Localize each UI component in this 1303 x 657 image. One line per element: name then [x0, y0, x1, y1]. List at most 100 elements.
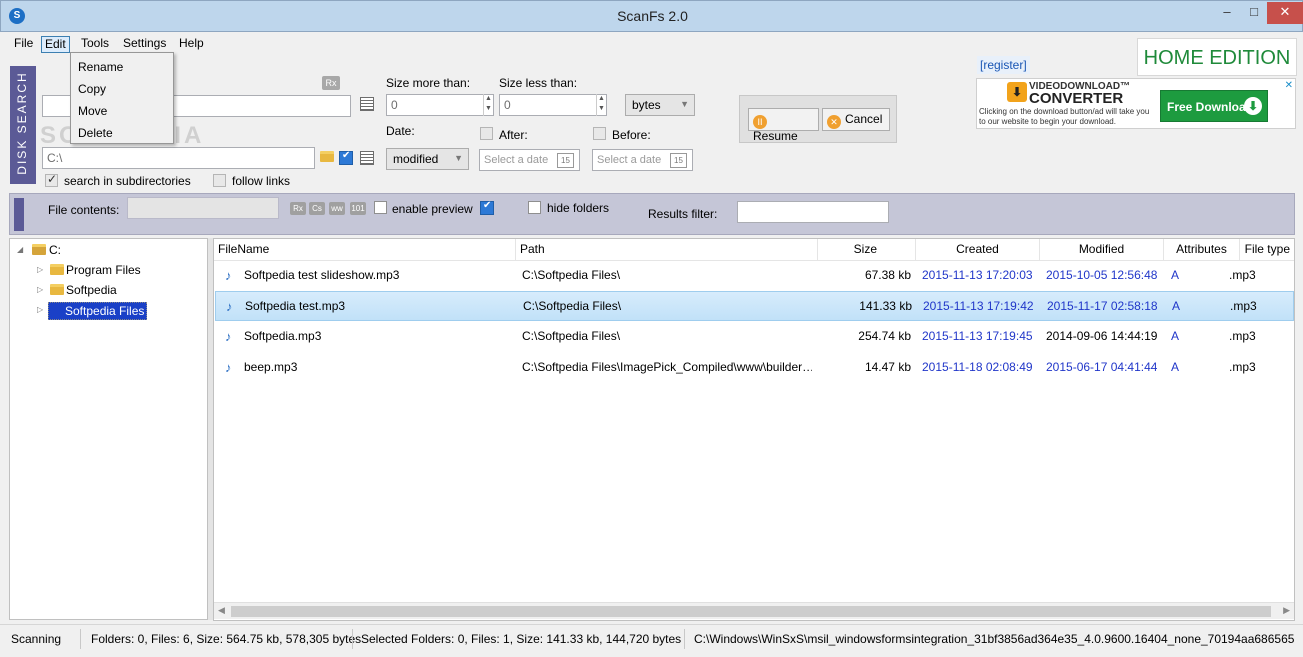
regex-button[interactable]: Rx — [290, 202, 306, 215]
column-header-attributes[interactable]: Attributes — [1164, 239, 1240, 260]
date-type-select[interactable]: modified ▼ — [386, 148, 469, 170]
cell-path: C:\Softpedia Files\ — [522, 329, 621, 343]
menu-edit[interactable]: Edit — [41, 36, 70, 53]
preview-options-checkbox[interactable] — [480, 200, 494, 215]
menu-file[interactable]: File — [11, 36, 36, 53]
column-header-size[interactable]: Size — [818, 239, 916, 260]
after-checkbox[interactable] — [480, 127, 493, 140]
tree-node-program-files[interactable]: ▷ Program Files — [34, 262, 204, 280]
ad-close-icon[interactable]: ✕ — [1285, 80, 1293, 91]
file-contents-input[interactable] — [127, 197, 279, 219]
size-more-spinner[interactable]: ▲ ▼ — [483, 94, 493, 116]
tree-node-softpedia-files[interactable]: ▷ Softpedia Files — [34, 302, 204, 320]
ad-banner[interactable]: ⬇ VIDEODOWNLOAD™ CONVERTER Clicking on t… — [976, 78, 1296, 129]
column-header-modified[interactable]: Modified — [1040, 239, 1164, 260]
expand-triangle-icon[interactable]: ▷ — [37, 285, 43, 294]
after-label: After: — [499, 128, 528, 142]
results-filter-label: Results filter: — [648, 207, 718, 221]
results-filter-input[interactable] — [737, 201, 889, 223]
scrollbar-thumb[interactable] — [231, 606, 1271, 617]
audio-file-icon: ♪ — [225, 360, 232, 375]
drive-icon — [32, 244, 46, 255]
menu-settings[interactable]: Settings — [120, 36, 169, 53]
cell-attributes: A — [1171, 360, 1180, 374]
binary-button[interactable]: 101 — [350, 202, 366, 215]
calendar-icon[interactable]: 15 — [557, 153, 574, 168]
expand-triangle-icon[interactable]: ▷ — [37, 265, 43, 274]
table-row[interactable]: ♪ Softpedia test slideshow.mp3 C:\Softpe… — [215, 261, 1294, 291]
calendar-icon[interactable]: 15 — [670, 153, 687, 168]
edit-dropdown-menu: Rename Copy Move Delete — [70, 52, 174, 144]
path-list-icon[interactable] — [360, 151, 374, 165]
collapse-triangle-icon[interactable]: ◢ — [17, 245, 23, 254]
pattern-list-icon[interactable] — [360, 97, 374, 111]
before-date-picker[interactable]: Select a date 15 — [592, 149, 693, 171]
before-checkbox[interactable] — [593, 127, 606, 140]
disk-search-tab[interactable]: DISK SEARCH — [10, 66, 36, 184]
search-subdirectories-checkbox[interactable] — [45, 172, 58, 187]
cell-filetype: .mp3 — [1229, 360, 1256, 374]
menu-item-delete[interactable]: Delete — [78, 126, 113, 140]
follow-links-checkbox[interactable] — [213, 174, 226, 187]
menu-help[interactable]: Help — [176, 36, 207, 53]
date-type-value: modified — [393, 152, 439, 166]
pause-icon: II — [753, 115, 767, 129]
free-download-button[interactable]: Free Download ⬇ — [1160, 90, 1268, 122]
home-edition-banner: HOME EDITION — [1137, 38, 1297, 76]
expand-triangle-icon[interactable]: ▷ — [37, 305, 43, 314]
folder-tree[interactable]: ◢ C: ▷ Program Files ▷ Softpedia ▷ Softp… — [9, 238, 208, 620]
status-current-path: C:\Windows\WinSxS\msil_windowsformsinteg… — [694, 632, 1294, 646]
menu-item-move[interactable]: Move — [78, 104, 107, 118]
after-date-picker[interactable]: Select a date 15 — [479, 149, 580, 171]
table-row[interactable]: ♪ Softpedia.mp3 C:\Softpedia Files\ 254.… — [215, 322, 1294, 352]
scroll-right-icon[interactable]: ▶ — [1283, 605, 1290, 616]
title-bar: S ScanFs 2.0 – □ ✕ — [0, 0, 1303, 32]
cancel-button[interactable]: ✕ Cancel — [822, 108, 890, 131]
maximize-button[interactable]: □ — [1241, 2, 1267, 24]
size-less-spinner[interactable]: ▲ ▼ — [596, 94, 606, 116]
search-path-input[interactable] — [42, 147, 315, 169]
table-row[interactable]: ♪ beep.mp3 C:\Softpedia Files\ImagePick_… — [215, 353, 1294, 383]
path-options-checkbox[interactable] — [339, 150, 353, 165]
cell-modified: 2015-06-17 04:41:44 — [1046, 360, 1158, 374]
column-header-created[interactable]: Created — [916, 239, 1040, 260]
tree-label-program-files: Program Files — [66, 263, 141, 277]
enable-preview-checkbox[interactable] — [374, 201, 387, 214]
horizontal-scrollbar[interactable]: ◀ ▶ — [214, 602, 1294, 619]
folder-icon — [50, 284, 64, 295]
column-header-filename[interactable]: FileName — [214, 239, 516, 260]
regex-toggle-button[interactable]: Rx — [322, 76, 340, 90]
menu-item-copy[interactable]: Copy — [78, 82, 106, 96]
browse-folder-icon[interactable] — [320, 151, 334, 162]
case-sensitive-button[interactable]: Cs — [309, 202, 325, 215]
column-header-path[interactable]: Path — [516, 239, 818, 260]
chevron-down-icon: ▼ — [680, 99, 689, 109]
status-state: Scanning — [11, 632, 62, 646]
minimize-button[interactable]: – — [1213, 2, 1241, 24]
table-row[interactable]: ♪ Softpedia test.mp3 C:\Softpedia Files\… — [215, 291, 1294, 321]
ad-brand-main: CONVERTER — [1029, 90, 1124, 107]
hide-folders-checkbox[interactable] — [528, 201, 541, 214]
status-selected: Selected Folders: 0, Files: 1, Size: 141… — [361, 632, 682, 646]
cell-attributes: A — [1172, 299, 1181, 313]
resume-button[interactable]: IIResume — [748, 108, 819, 143]
scroll-left-icon[interactable]: ◀ — [218, 605, 225, 616]
tree-node-softpedia[interactable]: ▷ Softpedia — [34, 282, 204, 300]
menu-tools[interactable]: Tools — [78, 36, 112, 53]
tree-label-c: C: — [49, 243, 61, 257]
size-more-input[interactable] — [386, 94, 494, 116]
tree-node-c-drive[interactable]: ◢ C: — [14, 242, 204, 260]
column-header-filetype[interactable]: File type — [1240, 239, 1294, 260]
size-less-input[interactable] — [499, 94, 607, 116]
free-download-label: Free Download — [1167, 100, 1254, 114]
close-button[interactable]: ✕ — [1267, 2, 1303, 24]
whole-word-button[interactable]: ww — [329, 202, 345, 215]
file-contents-bar: File contents: Rx Cs ww 101 enable previ… — [9, 193, 1295, 235]
size-unit-select[interactable]: bytes ▼ — [625, 94, 695, 116]
results-list[interactable]: FileName Path Size Created Modified Attr… — [213, 238, 1295, 621]
file-contents-label: File contents: — [48, 203, 120, 217]
menu-item-rename[interactable]: Rename — [78, 60, 123, 74]
register-link[interactable]: [register] — [977, 56, 1030, 74]
size-more-label: Size more than: — [386, 76, 471, 90]
cell-attributes: A — [1171, 329, 1180, 343]
